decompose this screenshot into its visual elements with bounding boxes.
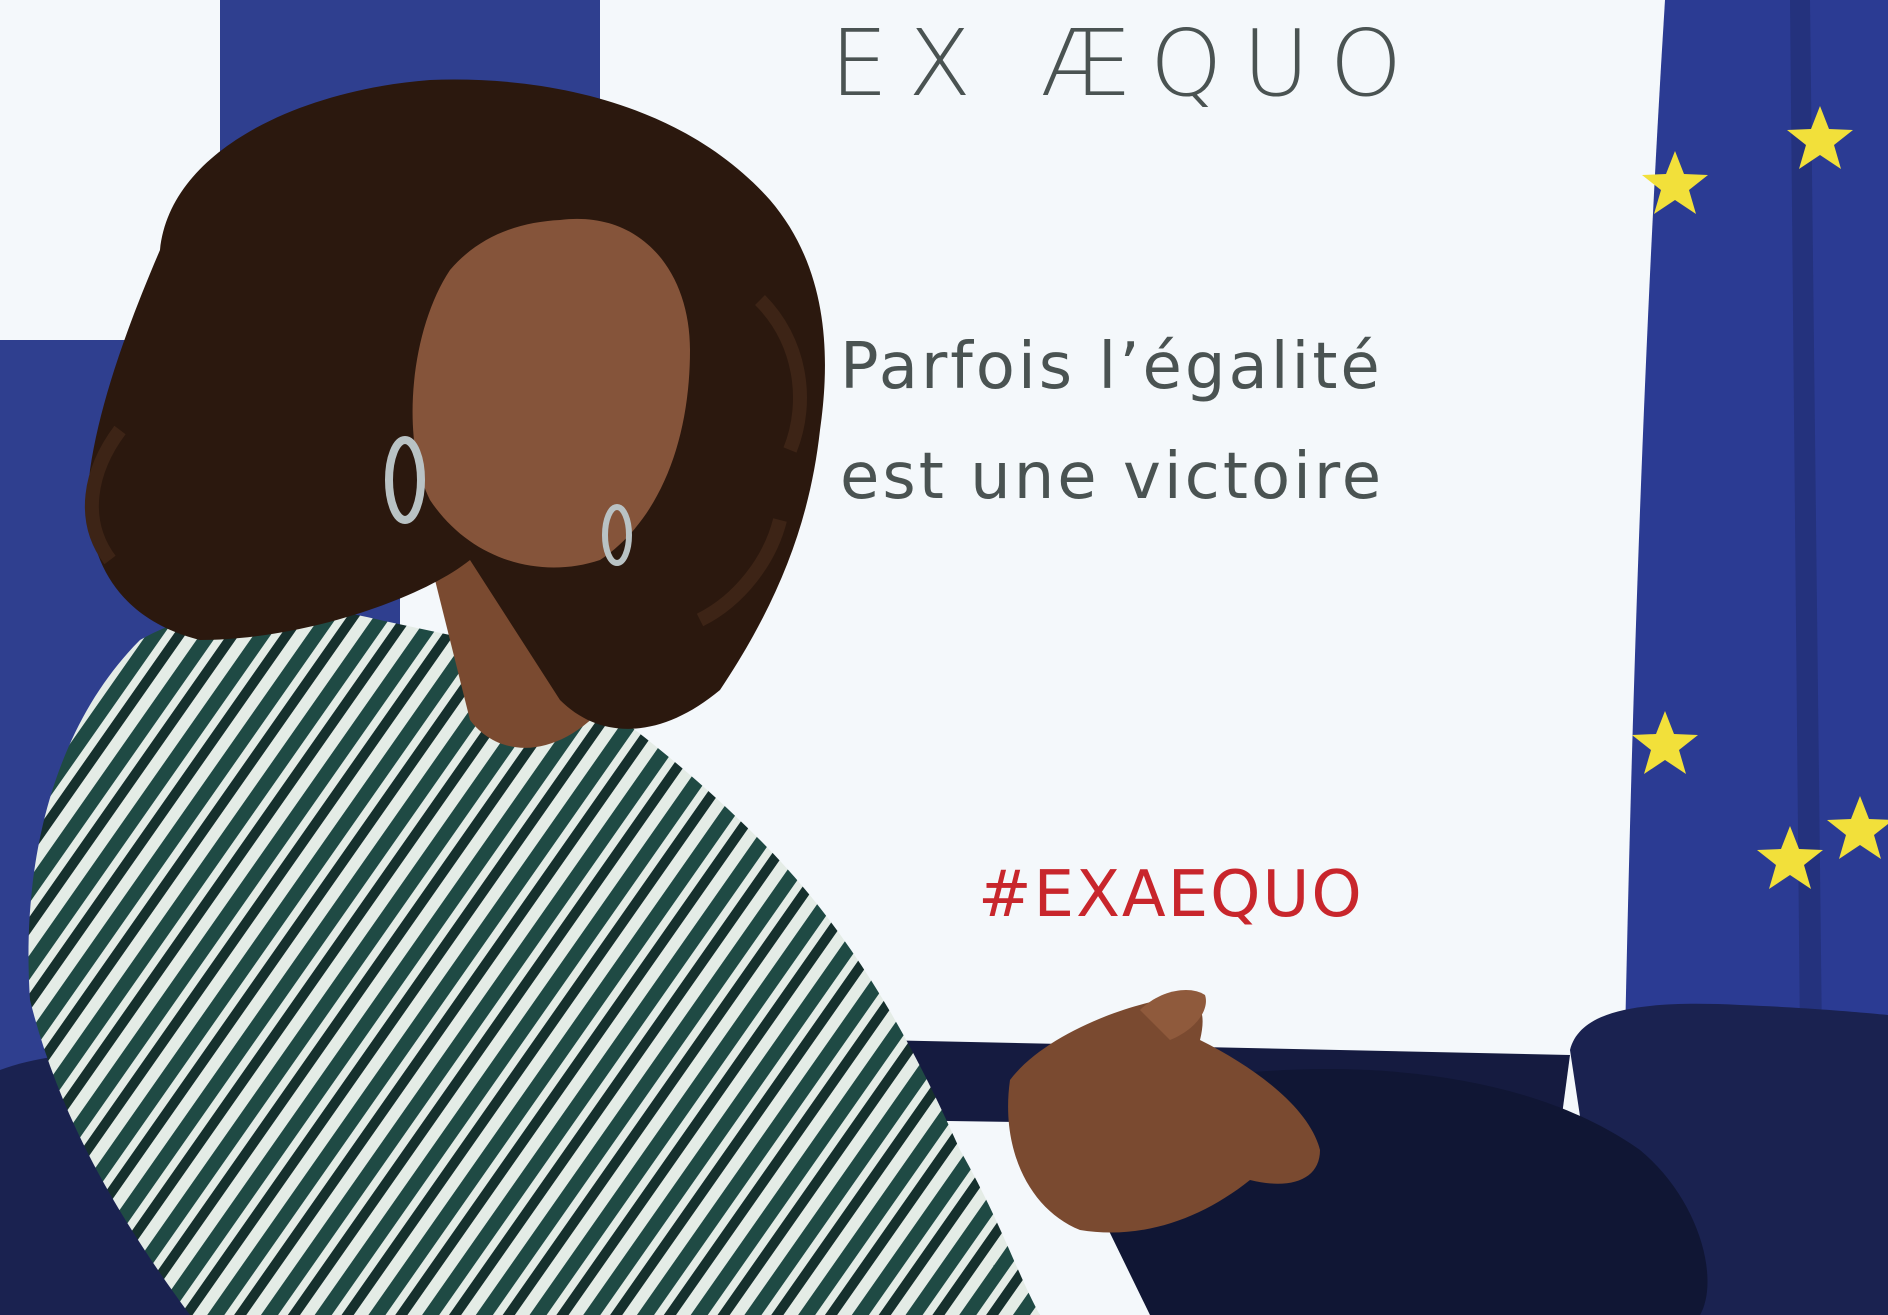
poster-hashtag: #EXAEQUO bbox=[978, 858, 1364, 932]
poster-tagline-line1: Parfois l’égalité bbox=[840, 330, 1383, 404]
poster-tagline-line2: est une victoire bbox=[840, 440, 1385, 514]
eu-flag bbox=[1625, 0, 1888, 1040]
poster-title: EX ÆQUO bbox=[830, 10, 1423, 117]
illustration-scene: EX ÆQUO Parfois l’égalité est une victoi… bbox=[0, 0, 1888, 1315]
illustration-artwork bbox=[0, 0, 1888, 1315]
